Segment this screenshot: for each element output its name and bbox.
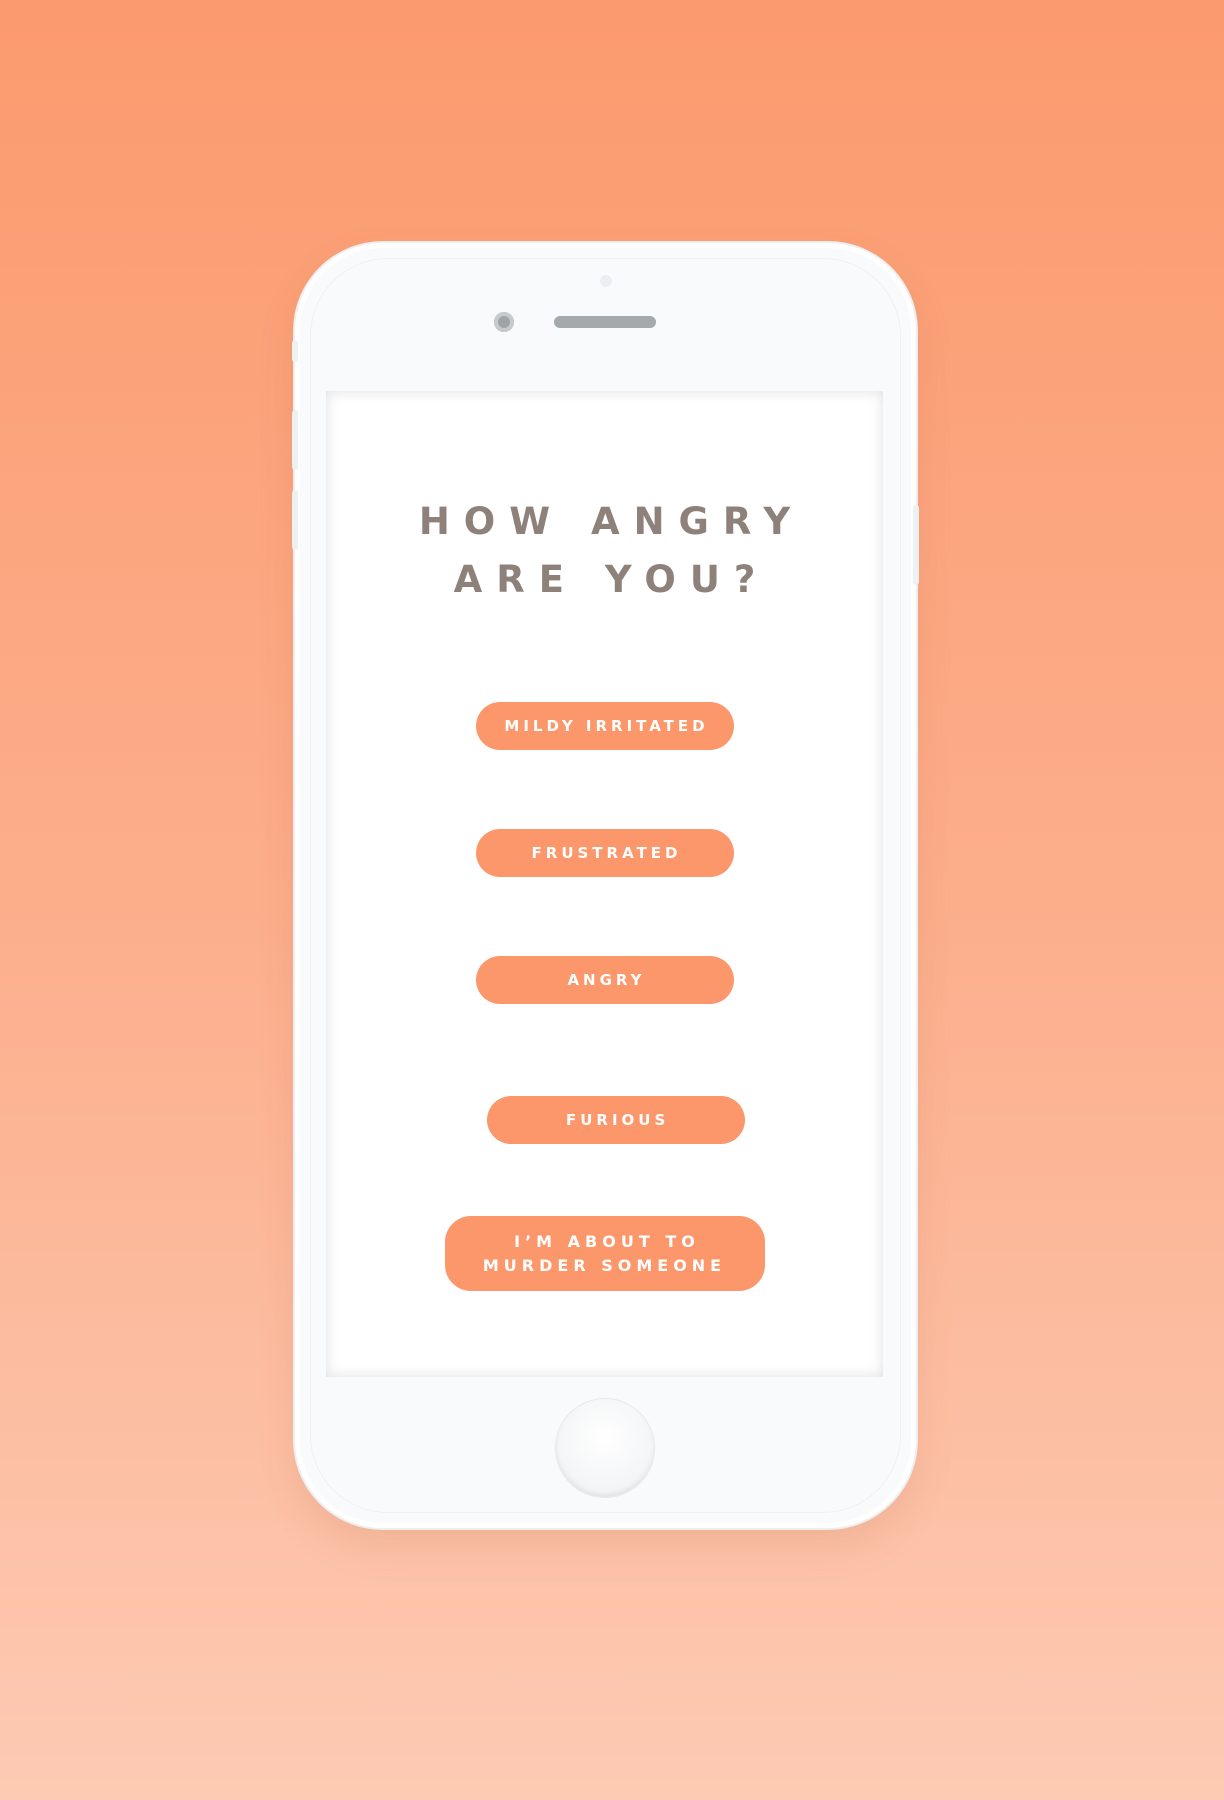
volume-button	[292, 340, 298, 362]
option-furious-button[interactable]: FURIOUS	[486, 1096, 745, 1144]
front-camera-icon	[494, 312, 514, 332]
option-mildly-irritated-button[interactable]: MILDY IRRITATED	[475, 702, 734, 750]
power-button	[913, 505, 919, 585]
volume-up-button	[292, 410, 298, 470]
option-frustrated-button[interactable]: FRUSTRATED	[475, 829, 734, 877]
earpiece-speaker	[554, 316, 656, 328]
option-angry-button[interactable]: ANGRY	[475, 956, 734, 1004]
question-line-2: ARE YOU?	[453, 558, 770, 601]
question-title: HOW ANGRY ARE YOU?	[326, 493, 883, 609]
app-screen: HOW ANGRY ARE YOU? MILDY IRRITATED FRUST…	[326, 391, 883, 1377]
proximity-sensor	[600, 275, 612, 287]
volume-down-button	[292, 490, 298, 550]
home-button[interactable]	[556, 1399, 654, 1497]
option-murder-someone-button[interactable]: I’M ABOUT TO MURDER SOMEONE	[444, 1216, 765, 1291]
question-line-1: HOW ANGRY	[418, 500, 805, 543]
